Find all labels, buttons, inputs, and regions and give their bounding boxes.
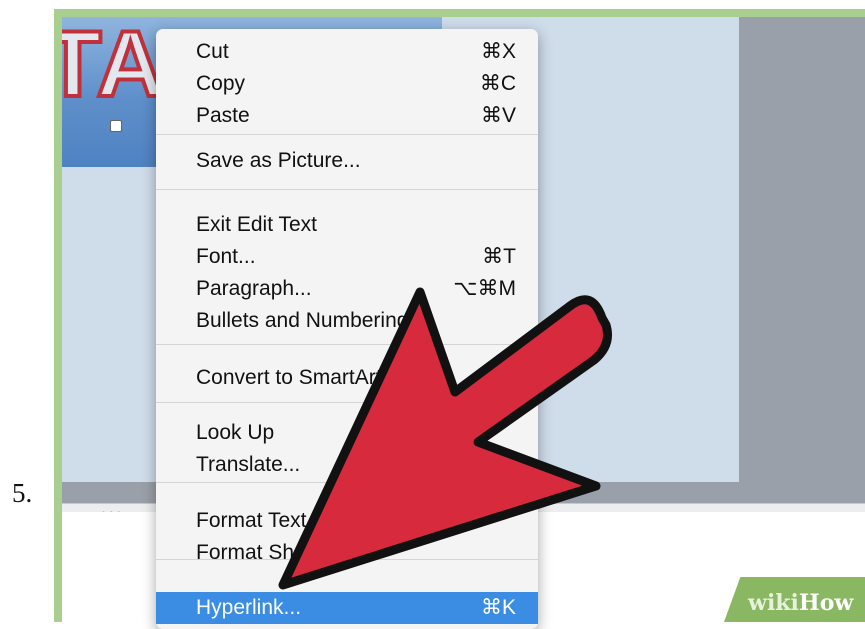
pointer-arrow-icon [278, 287, 612, 590]
